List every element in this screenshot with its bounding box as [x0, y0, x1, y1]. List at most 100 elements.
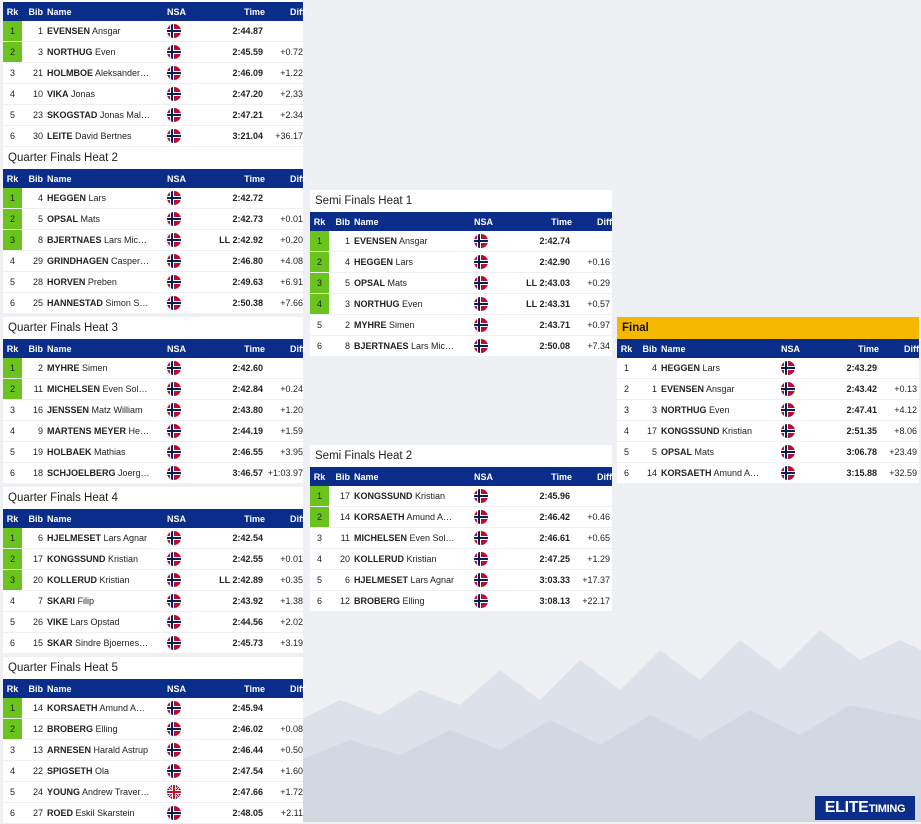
athlete-name[interactable]: BJERTNAES Lars Mic… — [47, 235, 165, 245]
result-row[interactable]: 2 14 KORSAETH Amund A… 2:46.42 +0.46 — [310, 507, 612, 528]
result-row[interactable]: 5 19 HOLBAEK Mathias 2:46.55 +3.95 — [3, 442, 303, 463]
result-row[interactable]: 3 20 KOLLERUD Kristian LL 2:42.89 +0.35 — [3, 570, 303, 591]
athlete-name[interactable]: KONGSSUND Kristian — [354, 491, 472, 501]
athlete-name[interactable]: ROED Eskil Skarstein — [47, 808, 165, 818]
result-row[interactable]: 4 20 KOLLERUD Kristian 2:47.25 +1.29 — [310, 549, 612, 570]
result-row[interactable]: 6 8 BJERTNAES Lars Mic… 2:50.08 +7.34 — [310, 336, 612, 357]
result-row[interactable]: 1 4 HEGGEN Lars 2:42.72 — [3, 188, 303, 209]
athlete-name[interactable]: SKARI Filip — [47, 596, 165, 606]
athlete-name[interactable]: HOLBAEK Mathias — [47, 447, 165, 457]
athlete-name[interactable]: MICHELSEN Even Sol… — [354, 533, 472, 543]
result-row[interactable]: 1 14 KORSAETH Amund A… 2:45.94 — [3, 698, 303, 719]
result-row[interactable]: 6 18 SCHJOELBERG Joerg… 3:46.57 +1:03.97 — [3, 463, 303, 484]
athlete-name[interactable]: BROBERG Elling — [47, 724, 165, 734]
result-row[interactable]: 5 24 YOUNG Andrew Traver… 2:47.66 +1.72 — [3, 782, 303, 803]
result-row[interactable]: 1 17 KONGSSUND Kristian 2:45.96 — [310, 486, 612, 507]
athlete-name[interactable]: VIKA Jonas — [47, 89, 165, 99]
athlete-name[interactable]: NORTHUG Even — [47, 47, 165, 57]
athlete-name[interactable]: EVENSEN Ansgar — [354, 236, 472, 246]
result-row[interactable]: 3 21 HOLMBOE Aleksander… 2:46.09 +1.22 — [3, 63, 303, 84]
athlete-name[interactable]: HJELMESET Lars Agnar — [47, 533, 165, 543]
result-row[interactable]: 2 3 NORTHUG Even 2:45.59 +0.72 — [3, 42, 303, 63]
result-row[interactable]: 4 10 VIKA Jonas 2:47.20 +2.33 — [3, 84, 303, 105]
result-row[interactable]: 2 1 EVENSEN Ansgar 2:43.42 +0.13 — [617, 379, 919, 400]
athlete-name[interactable]: OPSAL Mats — [661, 447, 779, 457]
athlete-name[interactable]: BROBERG Elling — [354, 596, 472, 606]
result-row[interactable]: 4 17 KONGSSUND Kristian 2:51.35 +8.06 — [617, 421, 919, 442]
result-row[interactable]: 3 13 ARNESEN Harald Astrup 2:46.44 +0.50 — [3, 740, 303, 761]
nor-flag-icon — [167, 701, 181, 715]
athlete-name[interactable]: ARNESEN Harald Astrup — [47, 745, 165, 755]
result-row[interactable]: 3 3 NORTHUG Even 2:47.41 +4.12 — [617, 400, 919, 421]
athlete-name[interactable]: JENSSEN Matz William — [47, 405, 165, 415]
result-row[interactable]: 3 11 MICHELSEN Even Sol… 2:46.61 +0.65 — [310, 528, 612, 549]
athlete-name[interactable]: EVENSEN Ansgar — [661, 384, 779, 394]
athlete-name[interactable]: OPSAL Mats — [47, 214, 165, 224]
nsa-cell — [165, 594, 205, 608]
result-row[interactable]: 5 23 SKOGSTAD Jonas Mal… 2:47.21 +2.34 — [3, 105, 303, 126]
athlete-name[interactable]: KORSAETH Amund A… — [354, 512, 472, 522]
athlete-name[interactable]: SCHJOELBERG Joerg… — [47, 468, 165, 478]
result-row[interactable]: 1 4 HEGGEN Lars 2:43.29 — [617, 358, 919, 379]
athlete-name[interactable]: HOLMBOE Aleksander… — [47, 68, 165, 78]
athlete-name[interactable]: MYHRE Simen — [47, 363, 165, 373]
result-row[interactable]: 6 27 ROED Eskil Skarstein 2:48.05 +2.11 — [3, 803, 303, 824]
result-row[interactable]: 2 5 OPSAL Mats 2:42.73 +0.01 — [3, 209, 303, 230]
athlete-name[interactable]: SKAR Sindre Bjoernes… — [47, 638, 165, 648]
result-row[interactable]: 4 3 NORTHUG Even LL 2:43.31 +0.57 — [310, 294, 612, 315]
result-row[interactable]: 2 11 MICHELSEN Even Sol… 2:42.84 +0.24 — [3, 379, 303, 400]
athlete-name[interactable]: HEGGEN Lars — [354, 257, 472, 267]
athlete-name[interactable]: VIKE Lars Opstad — [47, 617, 165, 627]
result-row[interactable]: 4 9 MARTENS MEYER He… 2:44.19 +1.59 — [3, 421, 303, 442]
athlete-name[interactable]: SPIGSETH Ola — [47, 766, 165, 776]
athlete-name[interactable]: SKOGSTAD Jonas Mal… — [47, 110, 165, 120]
result-row[interactable]: 5 28 HORVEN Preben 2:49.63 +6.91 — [3, 272, 303, 293]
result-row[interactable]: 6 15 SKAR Sindre Bjoernes… 2:45.73 +3.19 — [3, 633, 303, 654]
result-row[interactable]: 4 29 GRINDHAGEN Casper… 2:46.80 +4.08 — [3, 251, 303, 272]
athlete-name[interactable]: KONGSSUND Kristian — [661, 426, 779, 436]
athlete-name[interactable]: MYHRE Simen — [354, 320, 472, 330]
athlete-name[interactable]: KORSAETH Amund A… — [661, 468, 779, 478]
result-row[interactable]: 6 14 KORSAETH Amund A… 3:15.88 +32.59 — [617, 463, 919, 484]
athlete-name[interactable]: YOUNG Andrew Traver… — [47, 787, 165, 797]
result-row[interactable]: 5 6 HJELMESET Lars Agnar 3:03.33 +17.37 — [310, 570, 612, 591]
result-row[interactable]: 2 4 HEGGEN Lars 2:42.90 +0.16 — [310, 252, 612, 273]
athlete-name[interactable]: BJERTNAES Lars Mic… — [354, 341, 472, 351]
result-row[interactable]: 3 16 JENSSEN Matz William 2:43.80 +1.20 — [3, 400, 303, 421]
result-row[interactable]: 5 2 MYHRE Simen 2:43.71 +0.97 — [310, 315, 612, 336]
athlete-name[interactable]: HJELMESET Lars Agnar — [354, 575, 472, 585]
athlete-name[interactable]: KOLLERUD Kristian — [354, 554, 472, 564]
athlete-name[interactable]: GRINDHAGEN Casper… — [47, 256, 165, 266]
result-row[interactable]: 3 8 BJERTNAES Lars Mic… LL 2:42.92 +0.20 — [3, 230, 303, 251]
athlete-name[interactable]: MICHELSEN Even Sol… — [47, 384, 165, 394]
result-row[interactable]: 5 26 VIKE Lars Opstad 2:44.56 +2.02 — [3, 612, 303, 633]
result-row[interactable]: 4 7 SKARI Filip 2:43.92 +1.38 — [3, 591, 303, 612]
athlete-name[interactable]: HORVEN Preben — [47, 277, 165, 287]
result-row[interactable]: 1 1 EVENSEN Ansgar 2:42.74 — [310, 231, 612, 252]
result-row[interactable]: 6 30 LEITE David Bertnes 3:21.04 +36.17 — [3, 126, 303, 147]
result-row[interactable]: 1 6 HJELMESET Lars Agnar 2:42.54 — [3, 528, 303, 549]
athlete-name[interactable]: HEGGEN Lars — [661, 363, 779, 373]
athlete-last-name: ARNESEN — [47, 745, 92, 755]
result-row[interactable]: 1 1 EVENSEN Ansgar 2:44.87 — [3, 21, 303, 42]
athlete-name[interactable]: KOLLERUD Kristian — [47, 575, 165, 585]
athlete-name[interactable]: NORTHUG Even — [354, 299, 472, 309]
result-row[interactable]: 2 12 BROBERG Elling 2:46.02 +0.08 — [3, 719, 303, 740]
result-row[interactable]: 6 12 BROBERG Elling 3:08.13 +22.17 — [310, 591, 612, 612]
athlete-name[interactable]: MARTENS MEYER He… — [47, 426, 165, 436]
athlete-name[interactable]: NORTHUG Even — [661, 405, 779, 415]
athlete-name[interactable]: LEITE David Bertnes — [47, 131, 165, 141]
athlete-name[interactable]: HEGGEN Lars — [47, 193, 165, 203]
result-row[interactable]: 4 22 SPIGSETH Ola 2:47.54 +1.60 — [3, 761, 303, 782]
athlete-name[interactable]: OPSAL Mats — [354, 278, 472, 288]
result-row[interactable]: 5 5 OPSAL Mats 3:06.78 +23.49 — [617, 442, 919, 463]
result-row[interactable]: 1 2 MYHRE Simen 2:42.60 — [3, 358, 303, 379]
result-row[interactable]: 6 25 HANNESTAD Simon S… 2:50.38 +7.66 — [3, 293, 303, 314]
result-row[interactable]: 2 17 KONGSSUND Kristian 2:42.55 +0.01 — [3, 549, 303, 570]
nor-flag-icon — [474, 489, 488, 503]
athlete-name[interactable]: EVENSEN Ansgar — [47, 26, 165, 36]
athlete-name[interactable]: KORSAETH Amund A… — [47, 703, 165, 713]
athlete-name[interactable]: KONGSSUND Kristian — [47, 554, 165, 564]
athlete-name[interactable]: HANNESTAD Simon S… — [47, 298, 165, 308]
result-row[interactable]: 3 5 OPSAL Mats LL 2:43.03 +0.29 — [310, 273, 612, 294]
